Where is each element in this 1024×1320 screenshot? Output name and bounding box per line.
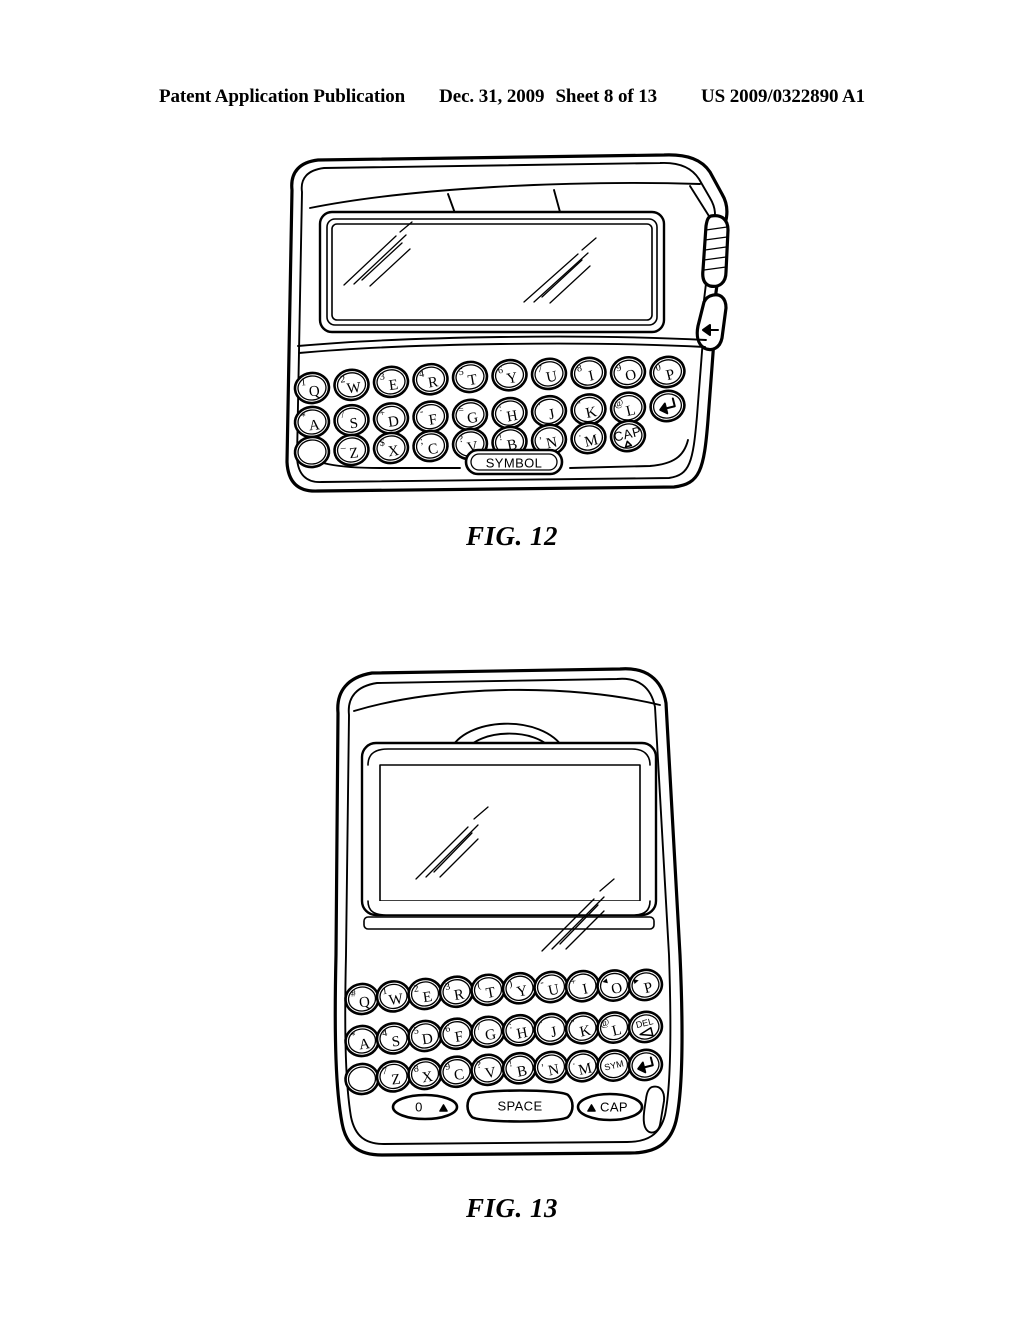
- figure-12-svg: Q1 W2 E3 R4 T5 Y6 U7 I8 O9 P0A* S/D+ F- G= H: J' K" L@Z_…: [285, 153, 730, 493]
- symbol-key-label: SYMBOL: [486, 456, 543, 471]
- header-date-text: Dec. 31, 2009: [439, 86, 545, 107]
- figure-12-caption: FIG. 12: [465, 521, 558, 551]
- figure-13-drawing: Q # W 1 E 2 R 3 T(Y) U - I + O ◂ P ▸ A * S 4 D 5 F 6 G / H: J ' K " L @ DE…: [320, 655, 700, 1175]
- header-patent-number: US 2009/0322890 A1: [701, 86, 865, 107]
- header-publication-text: Patent Application Publication: [159, 86, 406, 107]
- header-sheet-text: Sheet 8 of 13: [555, 86, 658, 107]
- display-top-lip-fig13: [367, 748, 651, 766]
- key-letter-fig12: W: [346, 380, 363, 398]
- key-letter-fig12: Z: [348, 445, 359, 462]
- zero-key-label: 0: [415, 1100, 423, 1115]
- space-key-label: SPACE: [497, 1099, 542, 1114]
- display-bottom-edge-fig13: [363, 916, 655, 930]
- display-screen-fig13: [379, 764, 641, 902]
- patent-header: Patent Application Publication Dec. 31, …: [0, 86, 1024, 112]
- zero-key-fig13[interactable]: 0: [391, 1093, 459, 1121]
- display-bottom-lip-fig13: [367, 900, 651, 916]
- keyboard-keys-fig13[interactable]: Q# W1 E2 R3 T(Y) U- I+ O◂ P▸A* S4 D5 F6 G/H: J' K" L@ DE…: [344, 966, 665, 1096]
- key-letter-fig13: Q: [358, 994, 371, 1011]
- display-screen-fig12: [331, 223, 653, 321]
- cap-key-label: CAP: [600, 1100, 628, 1115]
- key-letter-fig12: A: [308, 417, 321, 434]
- figure-13-svg: Q# W1 E2 R3 T(Y) U- I+ O◂ P▸A* S4 D5 F6 G/H: J' K" L@ DE…: [333, 667, 684, 1157]
- key-letter-fig13: A: [358, 1036, 371, 1053]
- key-letter-fig12: Q: [308, 383, 321, 400]
- figure-12-drawing: Q 1 W 2 E 3 R 4 T 5 Y 6 U 7 I 8 O 9 P 0 A * S / D + F - G = H: J ' K " L @ Z _…: [270, 150, 750, 510]
- scroll-wheel-fig12[interactable]: [701, 214, 730, 288]
- space-key-fig13[interactable]: SPACE: [466, 1089, 574, 1123]
- figure-13-caption: FIG. 13: [465, 1193, 558, 1223]
- symbol-key-fig12[interactable]: SYMBOL: [464, 448, 564, 476]
- cap-key-fig13[interactable]: CAP: [576, 1092, 644, 1122]
